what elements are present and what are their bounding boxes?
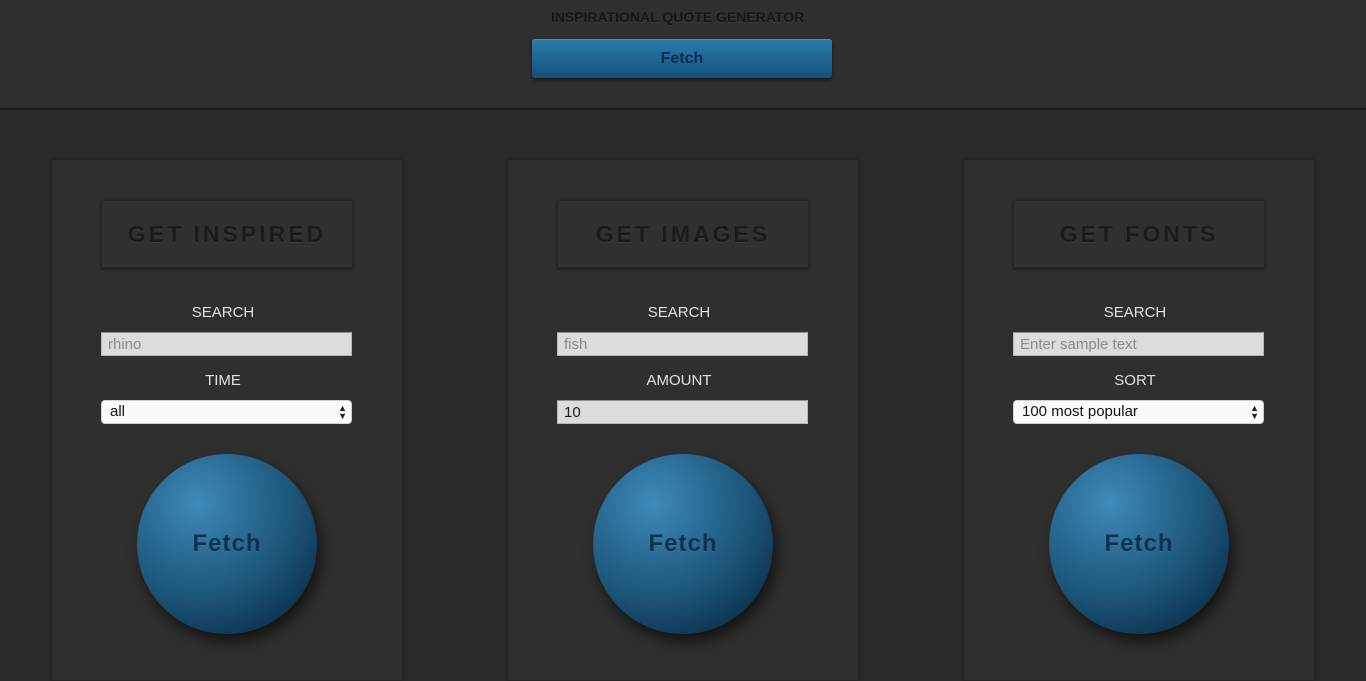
card-heading: GET INSPIRED — [101, 200, 353, 268]
search-label: SEARCH — [1103, 304, 1167, 321]
select-arrows-icon: ▲ ▼ — [338, 403, 347, 421]
search-label: SEARCH — [647, 304, 711, 321]
card-heading: GET IMAGES — [557, 200, 809, 268]
search-input[interactable] — [101, 332, 352, 356]
card-get-images: GET IMAGES SEARCH AMOUNT Fetch — [507, 159, 859, 681]
select-arrows-icon: ▲ ▼ — [1250, 403, 1259, 421]
sample-text-input[interactable] — [1013, 332, 1264, 356]
fetch-quote-button[interactable]: Fetch — [137, 454, 317, 634]
amount-input[interactable] — [557, 400, 808, 424]
card-get-fonts: GET FONTS SEARCH SORT 100 most popular ▲… — [963, 159, 1315, 681]
sort-select-value: 100 most popular — [1022, 403, 1138, 420]
time-select[interactable]: all ▲ ▼ — [101, 400, 352, 424]
card-get-inspired: GET INSPIRED SEARCH TIME all ▲▼ Fetch — [51, 159, 403, 681]
time-select-value: all — [110, 403, 126, 420]
page-title: INSPIRATIONAL QUOTE GENERATOR — [550, 9, 805, 25]
sort-label: SORT — [1114, 372, 1156, 389]
card-heading: GET FONTS — [1013, 200, 1265, 268]
sort-select[interactable]: 100 most popular ▲ ▼ — [1013, 400, 1264, 424]
search-input[interactable] — [557, 332, 808, 356]
app-header: INSPIRATIONAL QUOTE GENERATOR Fetch — [0, 0, 1366, 110]
fetch-images-button[interactable]: Fetch — [593, 454, 773, 634]
amount-label: AMOUNT — [646, 372, 712, 389]
header-fetch-button[interactable]: Fetch — [532, 39, 832, 78]
search-label: SEARCH — [191, 304, 255, 321]
time-label: TIME — [205, 372, 241, 389]
fetch-fonts-button[interactable]: Fetch — [1049, 454, 1229, 634]
